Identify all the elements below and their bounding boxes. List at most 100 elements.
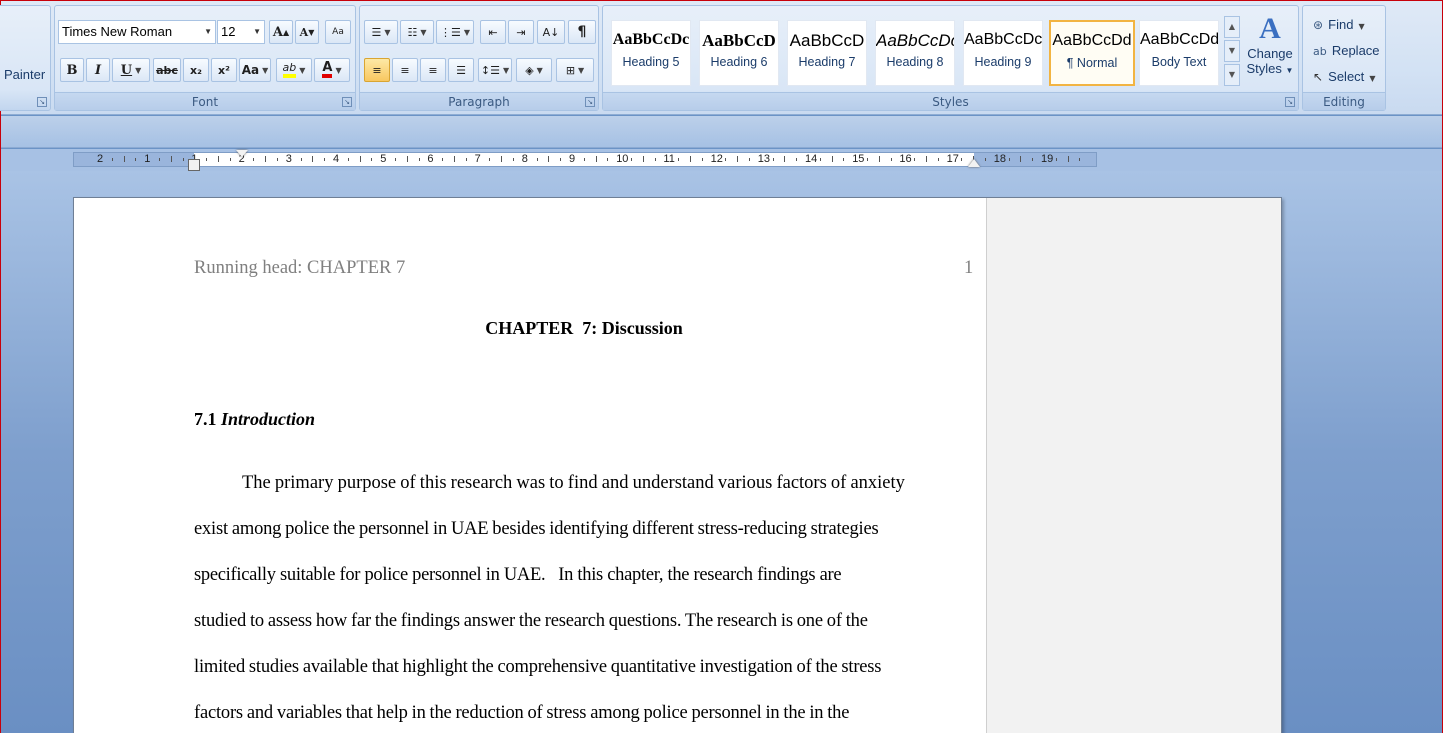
replace-button[interactable]: ab Replace	[1313, 40, 1380, 59]
chapter-title[interactable]: CHAPTER 7: Discussion	[74, 318, 1094, 339]
font-name-combo[interactable]: Times New Roman ▼	[58, 20, 216, 44]
ruler-tick	[1055, 158, 1057, 161]
ruler-tick	[454, 156, 455, 162]
borders-button[interactable]: ⊞ ▼	[556, 58, 594, 82]
italic-icon: I	[94, 62, 102, 78]
ruler-tick	[701, 158, 703, 161]
bullets-icon: ☰	[371, 25, 382, 39]
font-launcher-icon[interactable]: ↘	[342, 97, 352, 107]
strikethrough-icon: abc	[156, 63, 178, 77]
ruler-tick	[914, 158, 916, 161]
numbering-button[interactable]: ☷ ▼	[400, 20, 434, 44]
font-size-combo[interactable]: 12 ▼	[217, 20, 265, 44]
styles-group: AaBbCcDc Heading 5 AaBbCcD Heading 6 AaB…	[602, 5, 1299, 111]
increase-indent-button[interactable]: ⇥	[508, 20, 534, 44]
document-page[interactable]: Running head: CHAPTER 7 1 CHAPTER 7: Dis…	[73, 197, 1282, 733]
section-title: Introduction	[221, 409, 316, 429]
running-head[interactable]: Running head: CHAPTER 7	[194, 258, 405, 279]
binoculars-icon: ⊛	[1313, 18, 1324, 32]
align-left-icon: ≡	[372, 63, 382, 77]
page-number[interactable]: 1	[964, 258, 973, 279]
section-heading[interactable]: 7.1 Introduction	[194, 409, 315, 430]
style-normal[interactable]: AaBbCcDd ¶ Normal	[1049, 20, 1135, 86]
body-line[interactable]: The primary purpose of this research was…	[242, 473, 905, 494]
change-styles-label-2: Styles ▼	[1246, 61, 1294, 76]
style-sample: AaBbCcD	[789, 31, 865, 50]
justify-icon: ☰	[456, 63, 466, 77]
body-line[interactable]: limited studies available that highlight…	[194, 657, 882, 678]
ruler-label: 7	[474, 153, 481, 165]
superscript-icon: x²	[218, 63, 230, 77]
gallery-scroll-down[interactable]: ▼	[1224, 40, 1240, 62]
ruler-tick	[890, 158, 892, 161]
highlight-label: ab	[282, 61, 297, 74]
ruler-tick	[347, 158, 349, 161]
clear-formatting-button[interactable]: Aa	[325, 20, 351, 44]
left-indent-marker[interactable]	[188, 159, 200, 171]
ruler-label: 6	[427, 153, 434, 165]
style-body-text[interactable]: AaBbCcDd Body Text	[1139, 20, 1219, 86]
find-button[interactable]: ⊛ Find ▼	[1313, 14, 1365, 33]
show-marks-button[interactable]: ¶	[568, 20, 596, 44]
align-left-button[interactable]: ≡	[364, 58, 390, 82]
bullets-button[interactable]: ☰ ▼	[364, 20, 398, 44]
justify-button[interactable]: ☰	[448, 58, 474, 82]
body-line[interactable]: specifically suitable for police personn…	[194, 565, 842, 586]
style-heading-8[interactable]: AaBbCcDc Heading 8	[875, 20, 955, 86]
underline-button[interactable]: U ▼	[112, 58, 150, 82]
multilevel-list-button[interactable]: ⋮☰ ▼	[436, 20, 474, 44]
horizontal-ruler[interactable]: 2112345678910111213141516171819	[73, 150, 1097, 171]
format-painter-button[interactable]: Painter	[4, 67, 45, 82]
style-heading-9[interactable]: AaBbCcDc Heading 9	[963, 20, 1043, 86]
style-name: Heading 9	[974, 55, 1032, 69]
body-line[interactable]: studied to assess how far the findings a…	[194, 611, 868, 632]
ruler-tick	[170, 156, 172, 162]
shrink-font-button[interactable]: A ▼	[295, 20, 319, 44]
change-styles-button[interactable]: A Change Styles ▼	[1243, 12, 1297, 92]
change-case-icon: Aa	[241, 63, 260, 77]
decrease-indent-button[interactable]: ⇤	[480, 20, 506, 44]
clipboard-launcher-icon[interactable]: ↘	[37, 97, 47, 107]
ruler-tick	[1032, 158, 1034, 161]
ribbon-bottom-band	[1, 116, 1442, 148]
line-spacing-button[interactable]: ↕☰ ▼	[478, 58, 512, 82]
shading-button[interactable]: ◈ ▼	[516, 58, 552, 82]
style-heading-5[interactable]: AaBbCcDc Heading 5	[611, 20, 691, 86]
clipboard-group: Painter ↘	[0, 5, 51, 111]
align-right-button[interactable]: ≡	[420, 58, 446, 82]
grow-font-button[interactable]: A ▲	[269, 20, 293, 44]
ruler-tick	[961, 158, 963, 161]
numbering-icon: ☷	[407, 25, 418, 39]
change-case-button[interactable]: Aa ▼	[239, 58, 271, 82]
ruler-tick	[595, 156, 597, 162]
paragraph-launcher-icon[interactable]: ↘	[585, 97, 595, 107]
bold-button[interactable]: B	[60, 58, 84, 82]
ruler-tick	[654, 158, 656, 161]
clear-formatting-icon: Aa	[332, 27, 344, 37]
gallery-more-button[interactable]: ▼	[1224, 64, 1240, 86]
style-heading-6[interactable]: AaBbCcD Heading 6	[699, 20, 779, 86]
ruler-tick	[867, 158, 868, 161]
styles-launcher-icon[interactable]: ↘	[1285, 97, 1295, 107]
subscript-button[interactable]: x₂	[183, 58, 209, 82]
style-name: Heading 8	[886, 55, 944, 69]
strikethrough-button[interactable]: abc	[153, 58, 181, 82]
ruler-tick	[123, 156, 125, 162]
ruler-label: 8	[521, 153, 528, 165]
italic-button[interactable]: I	[86, 58, 110, 82]
highlight-button[interactable]: ab ▼	[276, 58, 312, 82]
ruler-tick	[371, 158, 373, 161]
align-center-button[interactable]: ≡	[392, 58, 418, 82]
font-color-button[interactable]: A ▼	[314, 58, 350, 82]
chevron-down-icon[interactable]: ▼	[204, 21, 212, 43]
body-line[interactable]: exist among police the personnel in UAE …	[194, 519, 879, 540]
select-button[interactable]: ↖ Select ▼	[1313, 66, 1376, 85]
superscript-button[interactable]: x²	[211, 58, 237, 82]
right-indent-marker[interactable]	[968, 159, 980, 167]
first-line-indent-marker[interactable]	[236, 150, 248, 157]
style-heading-7[interactable]: AaBbCcD Heading 7	[787, 20, 867, 86]
sort-button[interactable]: A↓	[537, 20, 565, 44]
gallery-scroll-up[interactable]: ▲	[1224, 16, 1240, 38]
body-line[interactable]: factors and variables that help in the r…	[194, 703, 849, 724]
chevron-down-icon[interactable]: ▼	[253, 21, 261, 43]
